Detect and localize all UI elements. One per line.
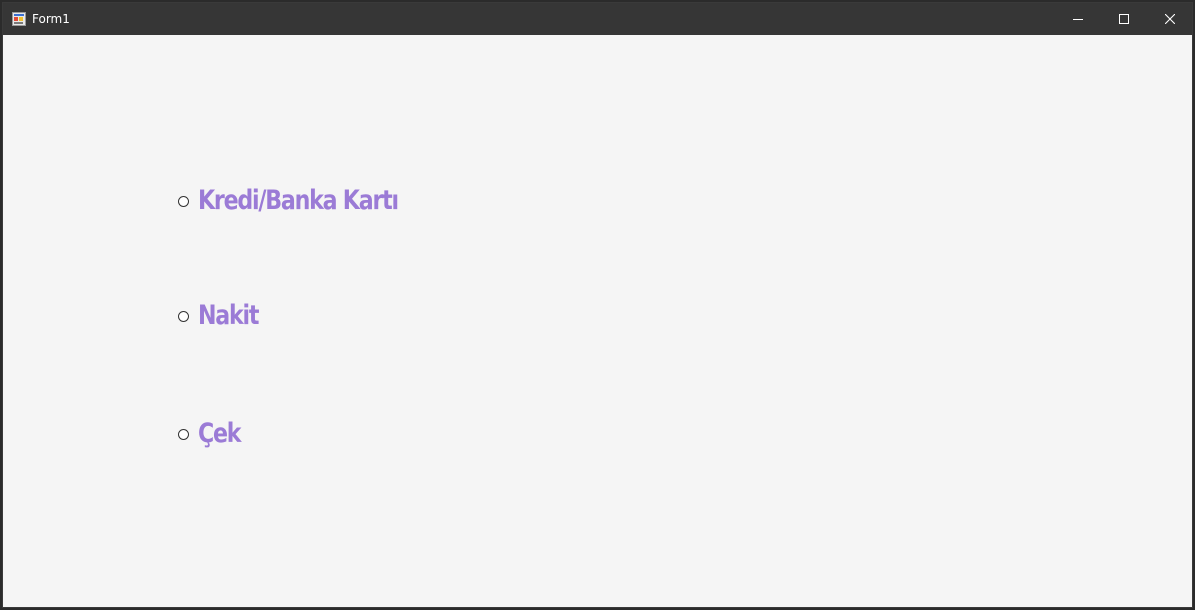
minimize-button[interactable] — [1055, 3, 1101, 35]
radio-button-circle[interactable] — [178, 310, 189, 322]
radio-kredi-banka-karti[interactable]: Kredi/Banka Kartı — [178, 185, 442, 217]
minimize-icon — [1073, 19, 1083, 20]
app-icon — [12, 12, 26, 26]
radio-nakit[interactable]: Nakit — [178, 300, 271, 332]
radio-cek[interactable]: Çek — [178, 418, 250, 450]
window-title: Form1 — [32, 12, 70, 26]
close-icon — [1165, 14, 1175, 24]
radio-button-circle[interactable] — [178, 195, 189, 207]
radio-label[interactable]: Çek — [198, 418, 242, 450]
radio-button-circle[interactable] — [178, 428, 189, 440]
radio-label[interactable]: Kredi/Banka Kartı — [198, 185, 399, 217]
radio-label[interactable]: Nakit — [198, 300, 259, 332]
close-button[interactable] — [1147, 3, 1193, 35]
maximize-icon — [1119, 14, 1129, 24]
form-client-area: Kredi/Banka Kartı Nakit Çek — [3, 35, 1192, 607]
title-bar[interactable]: Form1 — [3, 3, 1192, 35]
maximize-button[interactable] — [1101, 3, 1147, 35]
form1-window: Form1 Kredi/Banka Kartı Nakit Çek — [2, 2, 1193, 608]
